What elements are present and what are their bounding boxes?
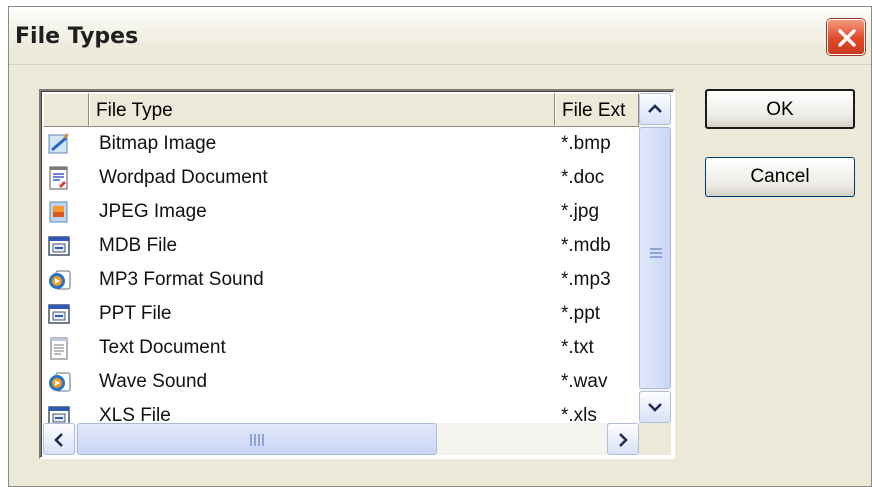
- notepad-icon: [50, 337, 68, 360]
- scrollbar-corner: [639, 423, 671, 455]
- wordpad-icon: [49, 166, 68, 190]
- scroll-down-button[interactable]: [639, 391, 671, 423]
- chevron-up-icon: [648, 104, 662, 113]
- media-player-icon: [49, 372, 71, 392]
- media-player-icon: [49, 270, 71, 290]
- list-item[interactable]: MP3 Format Sound *.mp3: [43, 263, 639, 297]
- list-item[interactable]: MDB File *.mdb: [43, 229, 639, 263]
- title-bar[interactable]: File Types: [9, 7, 871, 65]
- jpeg-icon: [49, 201, 68, 223]
- list-rows: Bitmap Image *.bmp Wordpad Document *.do…: [43, 127, 639, 433]
- vertical-scroll-thumb[interactable]: [639, 127, 671, 389]
- ok-button[interactable]: OK: [705, 89, 855, 129]
- file-types-dialog: File Types File Type File Ext Bitmap Ima…: [8, 6, 872, 487]
- file-types-list[interactable]: File Type File Ext Bitmap Image *.bmp Wo…: [39, 89, 675, 459]
- scroll-up-button[interactable]: [639, 93, 671, 125]
- close-button[interactable]: [827, 19, 865, 55]
- list-header: File Type File Ext: [43, 93, 639, 127]
- horizontal-scroll-thumb[interactable]: [77, 423, 437, 455]
- dialog-title: File Types: [15, 24, 139, 49]
- grip-icon: [250, 434, 264, 446]
- list-item[interactable]: Wordpad Document *.doc: [43, 161, 639, 195]
- bitmap-icon: [48, 133, 69, 154]
- horizontal-scrollbar[interactable]: [43, 423, 639, 455]
- list-item[interactable]: JPEG Image *.jpg: [43, 195, 639, 229]
- vertical-scrollbar[interactable]: [639, 93, 671, 423]
- list-item[interactable]: Text Document *.txt: [43, 331, 639, 365]
- grip-icon: [650, 248, 662, 260]
- column-header-file-ext[interactable]: File Ext: [555, 93, 639, 127]
- scroll-right-button[interactable]: [607, 423, 639, 455]
- list-item[interactable]: PPT File *.ppt: [43, 297, 639, 331]
- close-icon: [838, 29, 856, 47]
- list-item[interactable]: Bitmap Image *.bmp: [43, 127, 639, 161]
- column-header-icon[interactable]: [43, 93, 89, 127]
- chevron-down-icon: [648, 403, 662, 412]
- generic-app-icon: [48, 236, 70, 256]
- scroll-left-button[interactable]: [43, 423, 75, 455]
- cancel-button[interactable]: Cancel: [705, 157, 855, 197]
- list-item[interactable]: Wave Sound *.wav: [43, 365, 639, 399]
- generic-app-icon: [48, 304, 70, 324]
- column-header-file-type[interactable]: File Type: [89, 93, 555, 127]
- chevron-left-icon: [54, 433, 63, 447]
- chevron-right-icon: [619, 433, 628, 447]
